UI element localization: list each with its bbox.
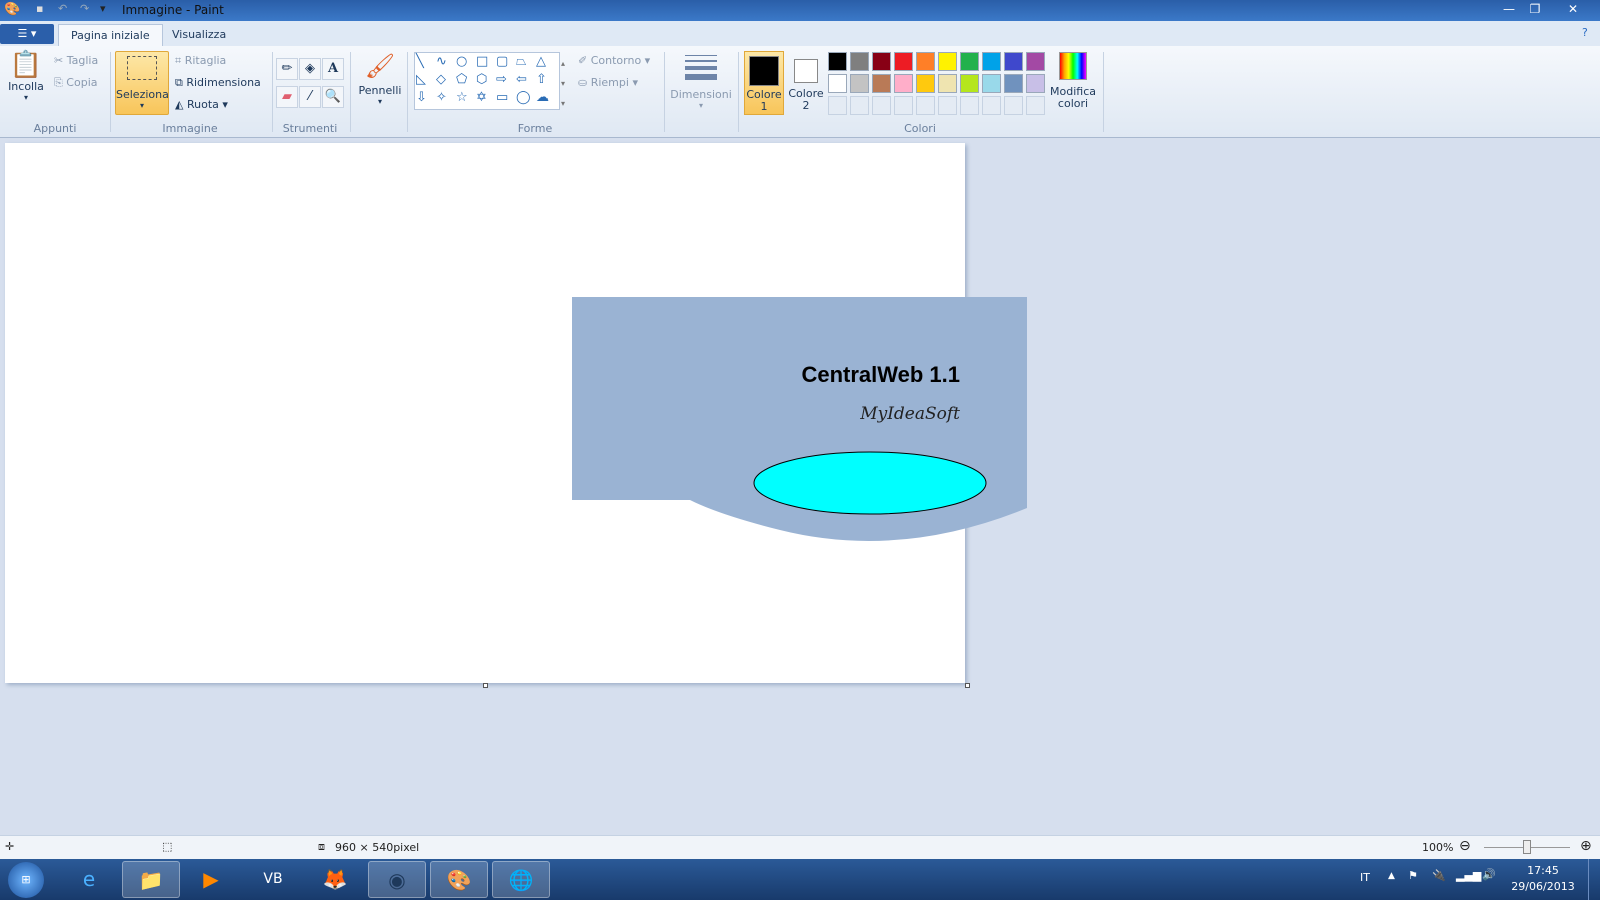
paint-taskbar-icon[interactable]: 🎨 xyxy=(430,861,488,898)
resize-handle-bottom[interactable] xyxy=(483,683,488,688)
volume-icon[interactable]: 🔊 xyxy=(1482,868,1496,881)
power-icon[interactable]: 🔌 xyxy=(1432,869,1446,882)
zoom-level-text: 100% xyxy=(1422,841,1454,854)
selection-size-icon: ⬚ xyxy=(162,840,173,853)
clock[interactable]: 17:45 29/06/2013 xyxy=(1508,863,1578,895)
language-indicator[interactable]: IT xyxy=(1360,871,1370,884)
taskbar: ⊞ e 📁 ▶ VB 🦊 ◉ 🎨 🌐 IT ▲ ⚑ 🔌 ▂▄▆ 🔊 17:45 2… xyxy=(0,859,1600,900)
zoom-out-button[interactable]: ⊖ xyxy=(1459,838,1471,854)
zoom-slider-thumb[interactable] xyxy=(1523,840,1531,854)
explorer-taskbar-icon[interactable]: 📁 xyxy=(122,861,180,898)
image-size-text: 960 × 540pixel xyxy=(335,841,420,854)
canvas-drawing xyxy=(572,297,1027,541)
start-button[interactable]: ⊞ xyxy=(8,862,44,898)
cursor-position-icon: ✛ xyxy=(5,840,15,853)
canvas-subtitle-text: MyIdeaSoft xyxy=(860,404,960,424)
resize-handle-corner[interactable] xyxy=(965,683,970,688)
firefox-taskbar-icon[interactable]: 🦊 xyxy=(306,861,364,898)
show-hidden-icons-icon[interactable]: ▲ xyxy=(1388,871,1395,881)
status-bar: ✛ ⬚ ⧈ 960 × 540pixel 100% ⊖ ⊕ xyxy=(0,835,1600,859)
vb-taskbar-icon[interactable]: VB xyxy=(244,861,302,898)
cyan-ellipse xyxy=(753,451,987,515)
show-desktop-button[interactable] xyxy=(1588,859,1600,900)
zoom-in-button[interactable]: ⊕ xyxy=(1580,838,1592,854)
ie-taskbar-icon[interactable]: e xyxy=(60,861,118,898)
action-center-flag-icon[interactable]: ⚑ xyxy=(1408,869,1418,882)
canvas-title-text: CentralWeb 1.1 xyxy=(801,362,960,387)
network-signal-icon[interactable]: ▂▄▆ xyxy=(1456,869,1481,882)
globe-app-taskbar-icon[interactable]: 🌐 xyxy=(492,861,550,898)
image-size-icon: ⧈ xyxy=(318,840,325,853)
chrome-taskbar-icon[interactable]: ◉ xyxy=(368,861,426,898)
media-player-taskbar-icon[interactable]: ▶ xyxy=(182,861,240,898)
